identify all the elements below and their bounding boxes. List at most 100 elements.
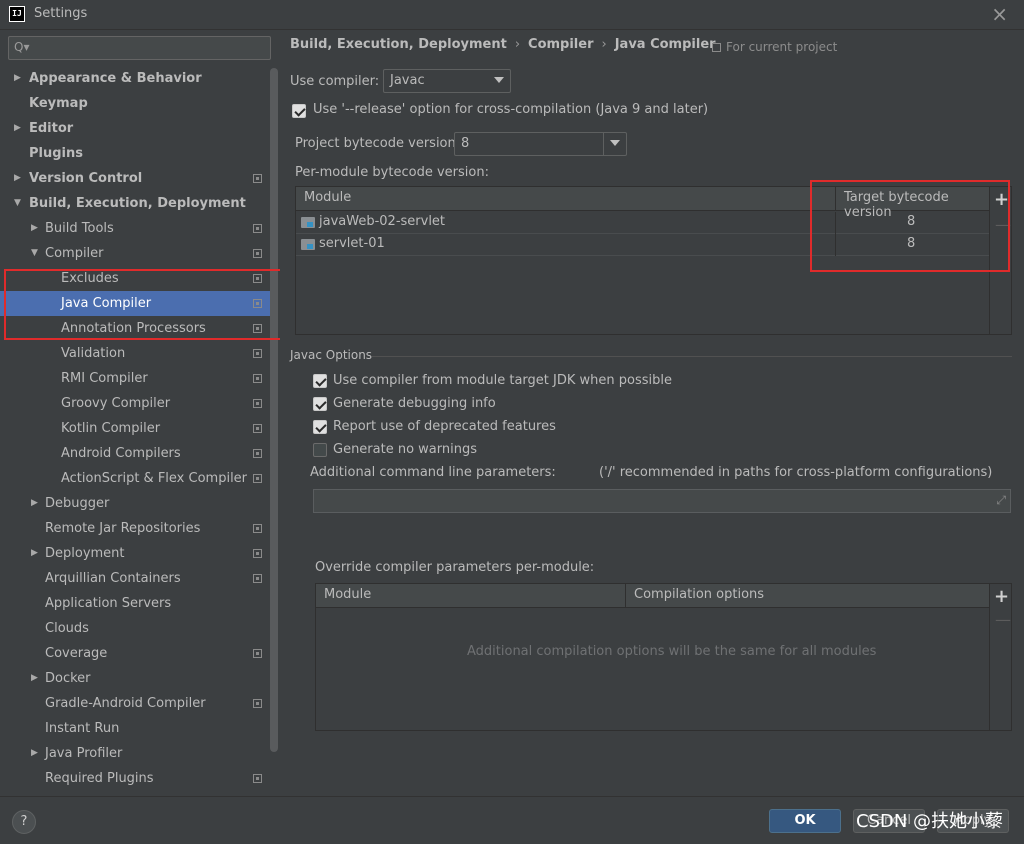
sidebar-item-android-compilers[interactable]: Android Compilers [0,441,270,466]
sidebar-item-java-compiler[interactable]: Java Compiler [0,291,270,316]
sidebar-item-compiler[interactable]: ▼ Compiler [0,241,270,266]
sidebar-item-label: Docker [45,671,91,686]
use-compiler-select[interactable]: Javac [383,69,511,93]
sidebar-item-label: Keymap [29,96,88,111]
sidebar-item-coverage[interactable]: Coverage [0,641,270,666]
release-option-checkbox[interactable] [292,104,306,118]
chevron-right-icon[interactable]: ▶ [31,216,38,241]
expand-icon[interactable]: ⤢ [996,493,1006,508]
override-table: Module Compilation options Additional co… [315,583,1012,731]
module-name: javaWeb-02-servlet [319,214,446,229]
chevron-right-icon[interactable]: ▶ [31,491,38,516]
project-scope-icon [253,249,262,258]
col-module-header[interactable]: Module [304,190,351,205]
cmd-params-input[interactable]: ⤢ [313,489,1011,513]
section-divider [372,356,1012,357]
chevron-right-icon[interactable]: ▶ [31,666,38,691]
project-scope-icon [253,774,262,783]
chevron-right-icon[interactable]: ▶ [31,541,38,566]
chevron-right-icon[interactable]: ▶ [31,741,38,766]
window-title: Settings [34,6,88,21]
sidebar-scrollbar[interactable] [270,68,278,752]
chevron-right-icon[interactable]: ▶ [14,66,21,91]
sidebar-item-arquillian-containers[interactable]: Arquillian Containers [0,566,270,591]
sidebar-item-excludes[interactable]: Excludes [0,266,270,291]
sidebar-item-label: Required Plugins [45,771,154,786]
sidebar-item-rmi-compiler[interactable]: RMI Compiler [0,366,270,391]
use-compiler-value: Javac [390,73,425,88]
release-option-label: Use '--release' option for cross-compila… [313,102,709,117]
help-icon[interactable]: ? [12,810,36,834]
chevron-right-icon[interactable]: ▶ [14,116,21,141]
sidebar-item-clouds[interactable]: Clouds [0,616,270,641]
sidebar-item-build-tools[interactable]: ▶ Build Tools [0,216,270,241]
sidebar-item-build-execution-deployment[interactable]: ▼ Build, Execution, Deployment [0,191,270,216]
sidebar-item-java-profiler[interactable]: ▶ Java Profiler [0,741,270,766]
project-scope-icon [253,374,262,383]
sidebar-item-label: Java Compiler [61,296,152,311]
javac-options-title: Javac Options [290,348,373,362]
breadcrumb: Build, Execution, Deployment › Compiler › Ja… [290,37,716,52]
sidebar-item-debugger[interactable]: ▶ Debugger [0,491,270,516]
search-icon: Q▾ [14,40,30,54]
sidebar-item-application-servers[interactable]: Application Servers [0,591,270,616]
sidebar-item-label: Application Servers [45,596,172,611]
sidebar-item-label: Compiler [45,246,104,261]
table-row[interactable]: servlet-01 8 [296,234,989,256]
remove-icon[interactable]: — [995,612,1011,628]
sidebar-item-instant-run[interactable]: Instant Run [0,716,270,741]
breadcrumb-item-java-compiler: Java Compiler [614,37,716,52]
sidebar-item-validation[interactable]: Validation [0,341,270,366]
ok-button[interactable]: OK [769,809,841,833]
sidebar-item-label: Debugger [45,496,110,511]
chevron-down-icon[interactable]: ▼ [14,191,21,216]
breadcrumb-item-build[interactable]: Build, Execution, Deployment [290,37,507,52]
sidebar-item-plugins[interactable]: Plugins [0,141,270,166]
breadcrumb-item-compiler[interactable]: Compiler [528,37,593,52]
search-input[interactable]: Q▾ [8,36,271,60]
col-module-header[interactable]: Module [324,587,371,602]
sidebar-item-appearance-behavior[interactable]: ▶ Appearance & Behavior [0,66,270,91]
sidebar-item-version-control[interactable]: ▶ Version Control [0,166,270,191]
sidebar-item-actionscript-flex-compiler[interactable]: ActionScript & Flex Compiler [0,466,270,491]
add-icon[interactable]: + [994,588,1009,606]
option-checkbox[interactable] [313,374,327,388]
sidebar-item-editor[interactable]: ▶ Editor [0,116,270,141]
option-label: Use compiler from module target JDK when… [333,373,672,388]
target-version[interactable]: 8 [907,214,915,229]
option-label: Generate no warnings [333,442,478,457]
chevron-right-icon[interactable]: ▶ [14,166,21,191]
sidebar-item-required-plugins[interactable]: Required Plugins [0,766,270,791]
sidebar-item-annotation-processors[interactable]: Annotation Processors [0,316,270,341]
sidebar-item-label: Build, Execution, Deployment [29,196,246,211]
sidebar-item-gradle-android-compiler[interactable]: Gradle-Android Compiler [0,691,270,716]
close-icon[interactable]: × [991,2,1008,26]
sidebar-item-remote-jar-repositories[interactable]: Remote Jar Repositories [0,516,270,541]
use-compiler-label: Use compiler: [290,74,380,89]
project-scope-icon [253,649,262,658]
sidebar-item-kotlin-compiler[interactable]: Kotlin Compiler [0,416,270,441]
sidebar-item-keymap[interactable]: Keymap [0,91,270,116]
add-icon[interactable]: + [994,191,1009,209]
sidebar-item-groovy-compiler[interactable]: Groovy Compiler [0,391,270,416]
sidebar-item-docker[interactable]: ▶ Docker [0,666,270,691]
module-folder-icon [301,239,315,250]
sidebar-item-label: RMI Compiler [61,371,148,386]
cmd-params-label: Additional command line parameters: [310,465,556,480]
option-checkbox[interactable] [313,397,327,411]
column-separator [835,187,836,211]
breadcrumb-separator: › [601,37,607,52]
remove-icon[interactable]: — [995,217,1011,233]
option-checkbox[interactable] [313,420,327,434]
option-checkbox[interactable] [313,443,327,457]
project-scope-icon [253,549,262,558]
bytecode-label: Project bytecode version: [295,136,461,151]
table-row[interactable]: javaWeb-02-servlet 8 [296,212,989,234]
scope-indicator: For current project [712,40,837,54]
project-scope-icon [253,349,262,358]
col-options-header[interactable]: Compilation options [634,587,764,602]
target-version[interactable]: 8 [907,236,915,251]
bytecode-version-select[interactable]: 8 [454,132,627,156]
sidebar-item-deployment[interactable]: ▶ Deployment [0,541,270,566]
chevron-down-icon[interactable]: ▼ [31,241,38,266]
